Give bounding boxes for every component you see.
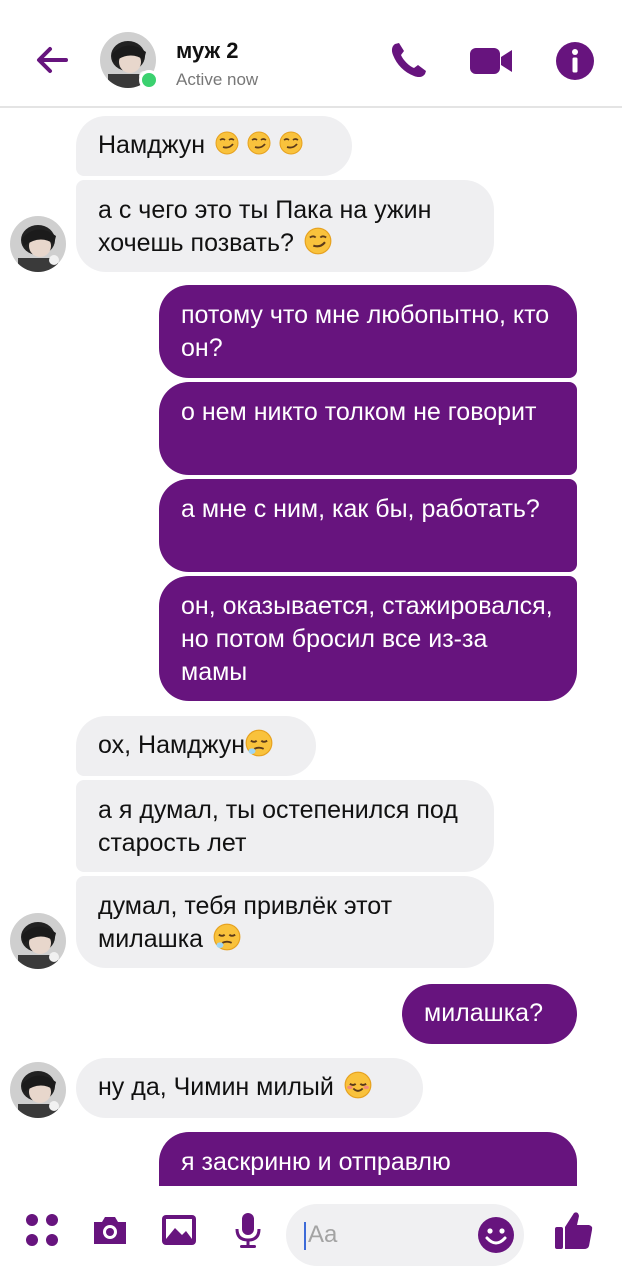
message-input-placeholder: Aa xyxy=(308,1221,338,1248)
phone-icon[interactable] xyxy=(385,38,431,84)
smirking-face-emoji-icon xyxy=(303,227,332,255)
online-indicator xyxy=(139,70,159,90)
message-outgoing[interactable]: потому что мне любопытно, кто он? xyxy=(159,285,577,378)
message-incoming[interactable]: а с чего это ты Пака на ужин хочешь позв… xyxy=(76,180,494,272)
conversation-header: муж 2 Active now xyxy=(0,0,622,108)
message-input[interactable]: Aa xyxy=(286,1204,524,1266)
message-outgoing[interactable]: а мне с ним, как бы, работать? xyxy=(159,479,577,572)
message-incoming[interactable]: думал, тебя привлёк этот милашка xyxy=(76,876,494,968)
message-text: потому что мне любопытно, кто он? xyxy=(181,301,550,362)
message-text: ох, Намджун xyxy=(98,731,246,759)
back-arrow-icon[interactable] xyxy=(28,36,76,84)
four-dots-icon[interactable] xyxy=(22,1210,62,1250)
message-composer: Aa xyxy=(0,1188,622,1280)
message-text: я заскриню и отправлю xyxy=(181,1148,451,1176)
sender-avatar[interactable] xyxy=(10,1062,66,1118)
message-list[interactable]: Намджун а с чего это ты Пака на ужин хоч… xyxy=(0,110,622,1186)
message-text: милашка? xyxy=(424,999,543,1027)
message-text: а я думал, ты остепенился под старость л… xyxy=(98,796,458,857)
sleepy-face-emoji-icon xyxy=(245,729,273,757)
message-text: а с чего это ты Пака на ужин хочешь позв… xyxy=(98,196,432,257)
info-icon[interactable] xyxy=(552,38,598,84)
relieved-face-emoji-icon xyxy=(344,1071,372,1099)
message-text: о нем никто толком не говорит xyxy=(181,398,537,426)
message-outgoing[interactable]: о нем никто толком не говорит xyxy=(159,382,577,475)
emoji-smiley-icon[interactable] xyxy=(476,1215,516,1255)
smirking-face-emoji-icon xyxy=(215,131,303,155)
message-text: он, оказывается, стажировался, но потом … xyxy=(181,592,553,686)
message-incoming[interactable]: ох, Намджун xyxy=(76,716,316,776)
microphone-icon[interactable] xyxy=(228,1210,268,1250)
image-gallery-icon[interactable] xyxy=(159,1210,199,1250)
sleepy-face-emoji-icon xyxy=(213,923,241,951)
message-text: Намджун xyxy=(98,131,206,159)
text-cursor xyxy=(304,1222,306,1250)
contact-status: Active now xyxy=(176,70,259,89)
contact-name[interactable]: муж 2 xyxy=(176,38,238,64)
video-camera-icon[interactable] xyxy=(468,38,514,84)
sender-avatar[interactable] xyxy=(10,913,66,969)
sender-avatar[interactable] xyxy=(10,216,66,272)
message-incoming[interactable]: Намджун xyxy=(76,116,352,176)
thumbs-up-icon[interactable] xyxy=(552,1208,596,1252)
message-text: а мне с ним, как бы, работать? xyxy=(181,495,540,523)
message-incoming[interactable]: ну да, Чимин милый xyxy=(76,1058,423,1118)
message-text: ну да, Чимин милый xyxy=(98,1073,334,1101)
message-outgoing[interactable]: милашка? xyxy=(402,984,577,1044)
camera-icon[interactable] xyxy=(90,1210,130,1250)
message-text: думал, тебя привлёк этот милашка xyxy=(98,892,393,953)
message-incoming[interactable]: а я думал, ты остепенился под старость л… xyxy=(76,780,494,872)
message-outgoing[interactable]: он, оказывается, стажировался, но потом … xyxy=(159,576,577,701)
message-outgoing[interactable]: я заскриню и отправлю xyxy=(159,1132,577,1186)
